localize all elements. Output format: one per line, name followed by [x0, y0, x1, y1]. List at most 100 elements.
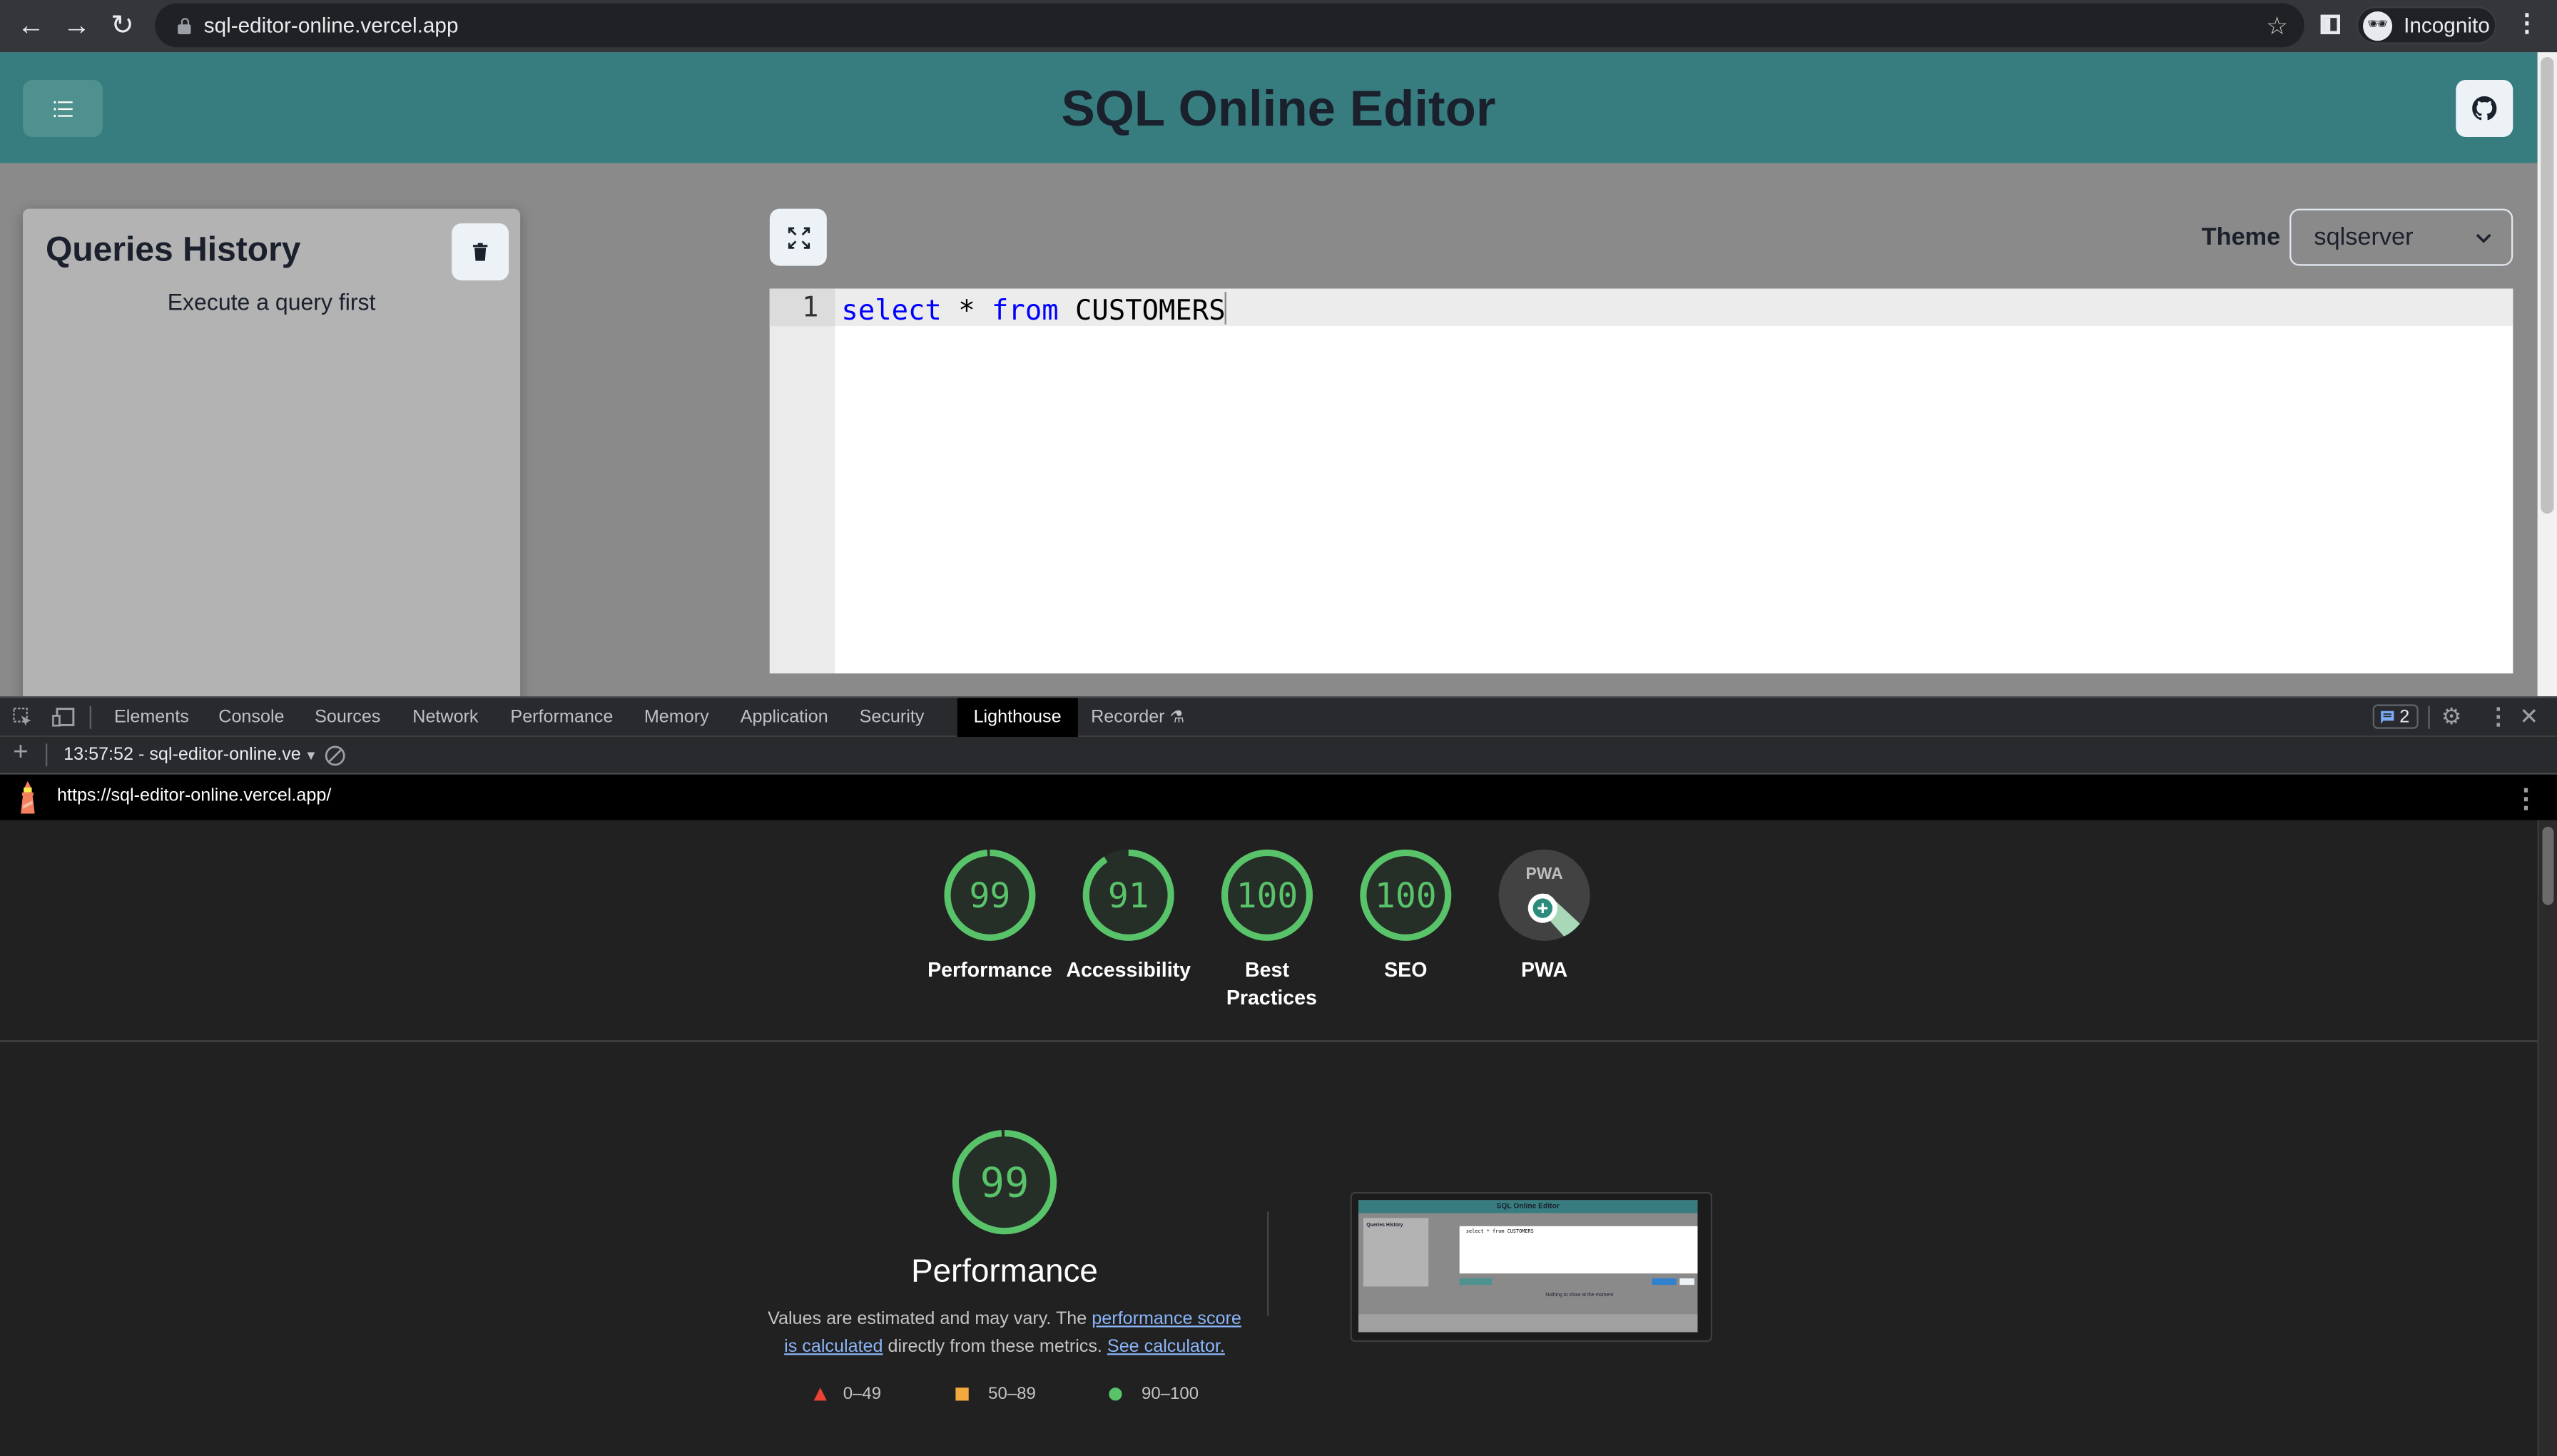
- theme-select[interactable]: sqlserver: [2289, 208, 2513, 266]
- issues-icon: [2381, 710, 2395, 723]
- gauge-label: Accessibility: [1066, 958, 1191, 982]
- side-panel-icon[interactable]: [2320, 14, 2340, 34]
- tab-elements[interactable]: Elements: [114, 698, 189, 737]
- gauge-ring: 99: [944, 849, 1036, 941]
- flask-icon: ⚗: [1169, 709, 1185, 728]
- gauge-best-practices[interactable]: 100 Best Practices: [1202, 848, 1333, 1013]
- kebab-menu-icon[interactable]: ⋮: [2515, 11, 2539, 36]
- address-bar[interactable]: sql-editor-online.vercel.app ☆: [155, 3, 2304, 48]
- clear-reports-icon[interactable]: [325, 745, 346, 767]
- gauge-accessibility[interactable]: 91 Accessibility: [1063, 848, 1194, 985]
- desc-mid: directly from these metrics.: [883, 1337, 1107, 1357]
- sql-editor[interactable]: 1 select * from CUSTOMERS: [769, 288, 2513, 673]
- thumbnail-run-button: [1652, 1278, 1677, 1286]
- text-cursor: [1225, 292, 1227, 325]
- tab-lighthouse[interactable]: Lighthouse: [957, 698, 1078, 738]
- gauge-seo[interactable]: 100 SEO: [1341, 848, 1471, 985]
- tab-recorder-label: Recorder: [1091, 707, 1165, 728]
- queries-history-panel: Queries History Execute a query first: [22, 208, 521, 696]
- fullscreen-button[interactable]: [769, 208, 827, 266]
- final-screenshot-thumbnail[interactable]: SQL Online Editor Queries History select…: [1350, 1191, 1712, 1343]
- gauge-ring: PWA: [1498, 849, 1590, 941]
- address-url[interactable]: sql-editor-online.vercel.app: [204, 13, 459, 37]
- tab-security[interactable]: Security: [860, 698, 925, 737]
- divider: [45, 743, 48, 767]
- github-button[interactable]: [2456, 79, 2513, 137]
- code-line[interactable]: select * from CUSTOMERS: [841, 292, 1227, 328]
- see-calculator-link[interactable]: See calculator.: [1107, 1337, 1225, 1356]
- web-page: SQL Online Editor Queries History Execut…: [0, 52, 2538, 696]
- gauge-ring: 100: [1221, 849, 1313, 941]
- tab-recorder[interactable]: Recorder ⚗: [1091, 698, 1184, 737]
- gauge-pwa[interactable]: PWA PWA: [1479, 848, 1610, 985]
- report-selector[interactable]: 13:57:52 - sql-editor-online.ve ▼: [63, 745, 317, 765]
- report-url[interactable]: https://sql-editor-online.vercel.app/: [57, 786, 331, 805]
- line-number: 1: [801, 292, 819, 325]
- gauge-score: 91: [1108, 876, 1149, 916]
- back-arrow-icon[interactable]: ←: [8, 4, 54, 49]
- tab-console[interactable]: Console: [218, 698, 284, 737]
- device-toolbar-icon[interactable]: [52, 708, 75, 727]
- legend-fail: 0–49: [813, 1384, 882, 1404]
- issues-count: 2: [2399, 706, 2410, 727]
- thumbnail-tables-button: [1459, 1278, 1493, 1286]
- legend-average: 50–89: [955, 1385, 1036, 1404]
- tab-memory[interactable]: Memory: [644, 698, 709, 737]
- legend-fail-range: 0–49: [843, 1384, 882, 1404]
- tab-performance[interactable]: Performance: [510, 698, 613, 737]
- issues-badge[interactable]: 2: [2372, 704, 2419, 729]
- page-title: SQL Online Editor: [1061, 79, 1496, 137]
- new-report-plus-icon[interactable]: +: [13, 738, 28, 768]
- thumbnail-editor: select * from CUSTOMERS: [1459, 1226, 1698, 1274]
- theme-label: Theme: [2201, 223, 2281, 251]
- github-icon: [2472, 96, 2497, 121]
- page-scrollbar[interactable]: [2537, 52, 2557, 696]
- inspect-element-icon[interactable]: [13, 707, 32, 727]
- history-empty-message: Execute a query first: [167, 288, 376, 315]
- gauge-score: 99: [970, 876, 1011, 916]
- lighthouse-logo-icon: [21, 780, 35, 814]
- settings-gear-icon[interactable]: ⚙: [2441, 703, 2462, 730]
- page-scrollbar-thumb[interactable]: [2541, 56, 2554, 514]
- lighthouse-toolbar: + 13:57:52 - sql-editor-online.ve ▼: [0, 737, 2557, 775]
- incognito-label: Incognito: [2404, 13, 2490, 38]
- gauge-ring: 91: [1082, 849, 1174, 941]
- lock-icon: [178, 16, 191, 34]
- performance-large-gauge: 99: [940, 1129, 1070, 1236]
- report-selector-value: 13:57:52 - sql-editor-online.ve: [63, 745, 301, 765]
- tab-network[interactable]: Network: [412, 698, 478, 737]
- tab-sources[interactable]: Sources: [315, 698, 380, 737]
- report-kebab-icon[interactable]: ⋮: [2513, 783, 2539, 815]
- thumbnail-page: SQL Online Editor Queries History select…: [1358, 1200, 1698, 1333]
- trash-icon: [472, 243, 488, 261]
- forward-arrow-icon[interactable]: →: [54, 4, 99, 49]
- gauge-label: SEO: [1384, 958, 1428, 982]
- devtools-kebab-icon[interactable]: ⋮: [2487, 703, 2510, 730]
- desc-prefix: Values are estimated and may vary. The: [768, 1309, 1092, 1329]
- performance-section-title: Performance: [911, 1253, 1098, 1290]
- report-scrollbar-thumb[interactable]: [2542, 826, 2554, 905]
- clear-history-button[interactable]: [452, 223, 509, 281]
- square-icon: [955, 1388, 969, 1401]
- gauge-label: Performance: [927, 958, 1052, 982]
- performance-gauge-ring: 99: [952, 1129, 1057, 1235]
- star-icon[interactable]: ☆: [2266, 11, 2288, 40]
- divider: [0, 1040, 2538, 1042]
- pwa-badge-text: PWA: [1526, 864, 1563, 882]
- thumbnail-code: select * from CUSTOMERS: [1465, 1228, 1534, 1235]
- gauge-performance[interactable]: 99 Performance: [925, 848, 1055, 985]
- legend-pass: 90–100: [1109, 1385, 1199, 1404]
- divider: [89, 706, 91, 729]
- expand-icon: [787, 226, 809, 248]
- theme-select-value: sqlserver: [2314, 223, 2414, 251]
- reload-icon[interactable]: ↻: [99, 4, 145, 49]
- keyword-token: select: [841, 295, 942, 328]
- gauge-ring: 100: [1360, 849, 1452, 941]
- close-devtools-icon[interactable]: ✕: [2519, 703, 2538, 730]
- incognito-badge[interactable]: 🕶 Incognito: [2356, 6, 2497, 44]
- report-scrollbar[interactable]: [2537, 820, 2557, 1456]
- circle-icon: [1109, 1388, 1122, 1401]
- gauge-label: PWA: [1520, 958, 1568, 982]
- tab-application[interactable]: Application: [741, 698, 828, 737]
- divider: [1266, 1211, 1269, 1316]
